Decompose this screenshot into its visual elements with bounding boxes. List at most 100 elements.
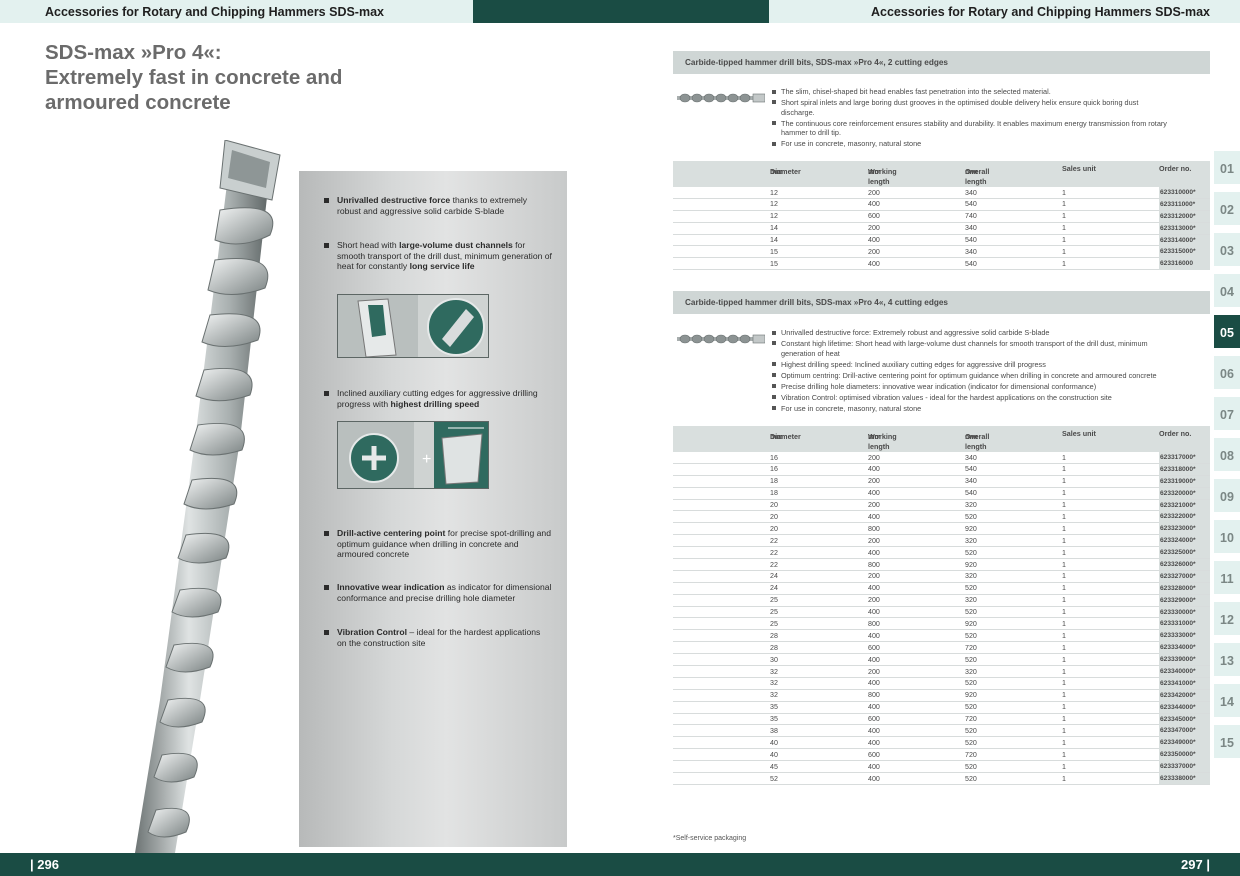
chapter-tab-05[interactable]: 05	[1214, 315, 1240, 352]
bullet-square-icon	[324, 630, 329, 635]
table-row: 22 200 320 1 623324000*	[673, 535, 1210, 548]
feature-2-bold: large-volume dust channels	[399, 240, 513, 250]
cell-sales-unit: 1	[1062, 512, 1066, 521]
table-row: 15 200 340 1 623315000*	[673, 246, 1210, 259]
page-number-left: | 296	[30, 857, 59, 872]
section-2-bullets: Unrivalled destructive force: Extremely …	[772, 328, 1172, 414]
table-row: 30 400 520 1 623339000*	[673, 654, 1210, 667]
cell-sales-unit: 1	[1062, 200, 1066, 209]
cell-overall-length: 720	[965, 643, 977, 652]
feature-item-6: Vibration Control – ideal for the hardes…	[324, 627, 552, 648]
cell-sales-unit: 1	[1062, 501, 1066, 510]
cell-diameter: 12	[770, 200, 778, 209]
bullet-square-icon	[324, 243, 329, 248]
cell-working-length: 800	[868, 560, 880, 569]
cell-overall-length: 320	[965, 596, 977, 605]
cell-overall-length: 340	[965, 453, 977, 462]
cell-overall-length: 920	[965, 560, 977, 569]
feature-item-1: Unrivalled destructive force thanks to e…	[324, 195, 552, 216]
cell-diameter: 15	[770, 259, 778, 268]
section-2-heading-bar: Carbide-tipped hammer drill bits, SDS-ma…	[673, 291, 1210, 314]
cell-diameter: 18	[770, 477, 778, 486]
table-body: 12 200 340 1 623310000* 12 400 540 1 623311000* 12…	[673, 187, 1210, 271]
cell-sales-unit: 1	[1062, 643, 1066, 652]
cell-diameter: 16	[770, 453, 778, 462]
cell-order-no: 623328000*	[1159, 582, 1210, 595]
section-2-bullet: Optimum centring: Drill-active centering…	[772, 371, 1172, 381]
cell-diameter: 52	[770, 774, 778, 783]
cell-diameter: 18	[770, 489, 778, 498]
cell-sales-unit: 1	[1062, 465, 1066, 474]
cell-sales-unit: 1	[1062, 212, 1066, 221]
section-1-bullet: The continuous core reinforcement ensure…	[772, 119, 1172, 138]
cell-working-length: 400	[868, 608, 880, 617]
chapter-tab-03[interactable]: 03	[1214, 233, 1240, 270]
section-1-bullet: The slim, chisel-shaped bit head enables…	[772, 87, 1172, 97]
cell-overall-length: 920	[965, 619, 977, 628]
col-order-no: Order no.	[1159, 164, 1192, 173]
cell-diameter: 24	[770, 572, 778, 581]
cell-order-no: 623340000*	[1159, 666, 1210, 678]
chapter-tab-15[interactable]: 15	[1214, 725, 1240, 762]
cell-diameter: 24	[770, 584, 778, 593]
cell-sales-unit: 1	[1062, 224, 1066, 233]
cell-sales-unit: 1	[1062, 259, 1066, 268]
table-row: 25 200 320 1 623329000*	[673, 594, 1210, 607]
chapter-tab-10[interactable]: 10	[1214, 520, 1240, 557]
chapter-tab-label: 11	[1220, 572, 1234, 586]
cell-order-no: 623324000*	[1159, 535, 1210, 547]
table-row: 28 600 720 1 623334000*	[673, 642, 1210, 655]
drill-head-comparison-image: +	[337, 421, 489, 489]
cell-diameter: 28	[770, 631, 778, 640]
chapter-tab-02[interactable]: 02	[1214, 192, 1240, 229]
chapter-tab-label: 06	[1220, 367, 1234, 381]
cell-working-length: 400	[868, 762, 880, 771]
cell-overall-length: 340	[965, 247, 977, 256]
chapter-tab-01[interactable]: 01	[1214, 151, 1240, 188]
cell-diameter: 20	[770, 501, 778, 510]
cell-order-no: 623342000*	[1159, 689, 1210, 702]
cell-overall-length: 520	[965, 726, 977, 735]
chapter-tab-09[interactable]: 09	[1214, 479, 1240, 516]
cell-overall-length: 520	[965, 631, 977, 640]
bullet-square-icon	[324, 198, 329, 203]
drill-bit-image	[135, 140, 281, 853]
cell-overall-length: 920	[965, 691, 977, 700]
feature-panel: Unrivalled destructive force thanks to e…	[299, 171, 567, 847]
section-2-bullet: For use in concrete, masonry, natural st…	[772, 404, 1172, 414]
cell-overall-length: 520	[965, 679, 977, 688]
chapter-tab-07[interactable]: 07	[1214, 397, 1240, 434]
cell-diameter: 32	[770, 691, 778, 700]
chapter-tab-14[interactable]: 14	[1214, 684, 1240, 721]
chapter-tab-12[interactable]: 12	[1214, 602, 1240, 639]
feature-1-bold: Unrivalled destructive force	[337, 195, 451, 205]
cell-working-length: 400	[868, 584, 880, 593]
chapter-tab-11[interactable]: 11	[1214, 561, 1240, 598]
cell-sales-unit: 1	[1062, 584, 1066, 593]
cell-overall-length: 520	[965, 512, 977, 521]
chapter-tab-08[interactable]: 08	[1214, 438, 1240, 475]
table-row: 38 400 520 1 623347000*	[673, 725, 1210, 738]
drill-head-cutaway-image	[337, 294, 489, 358]
cell-order-no: 623323000*	[1159, 523, 1210, 535]
cell-overall-length: 320	[965, 501, 977, 510]
col-order-no: Order no.	[1159, 429, 1192, 438]
table-row: 35 400 520 1 623344000*	[673, 701, 1210, 714]
cell-working-length: 400	[868, 548, 880, 557]
table-body: 16 200 340 1 623317000* 16 400 540 1 623318000* 18…	[673, 452, 1210, 785]
chapter-tab-label: 10	[1220, 531, 1234, 545]
feature-3-bold: highest drilling speed	[390, 398, 480, 409]
cell-sales-unit: 1	[1062, 703, 1066, 712]
chapter-tab-13[interactable]: 13	[1214, 643, 1240, 680]
cell-overall-length: 520	[965, 762, 977, 771]
cell-order-no: 623320000*	[1159, 487, 1210, 499]
cell-sales-unit: 1	[1062, 750, 1066, 759]
chapter-tab-label: 07	[1220, 408, 1234, 422]
cell-diameter: 20	[770, 512, 778, 521]
cell-order-no: 623334000*	[1159, 642, 1210, 654]
cell-diameter: 32	[770, 679, 778, 688]
chapter-tab-04[interactable]: 04	[1214, 274, 1240, 311]
cell-order-no: 623338000*	[1159, 773, 1210, 785]
chapter-tab-06[interactable]: 06	[1214, 356, 1240, 393]
table-row: 22 400 520 1 623325000*	[673, 547, 1210, 560]
